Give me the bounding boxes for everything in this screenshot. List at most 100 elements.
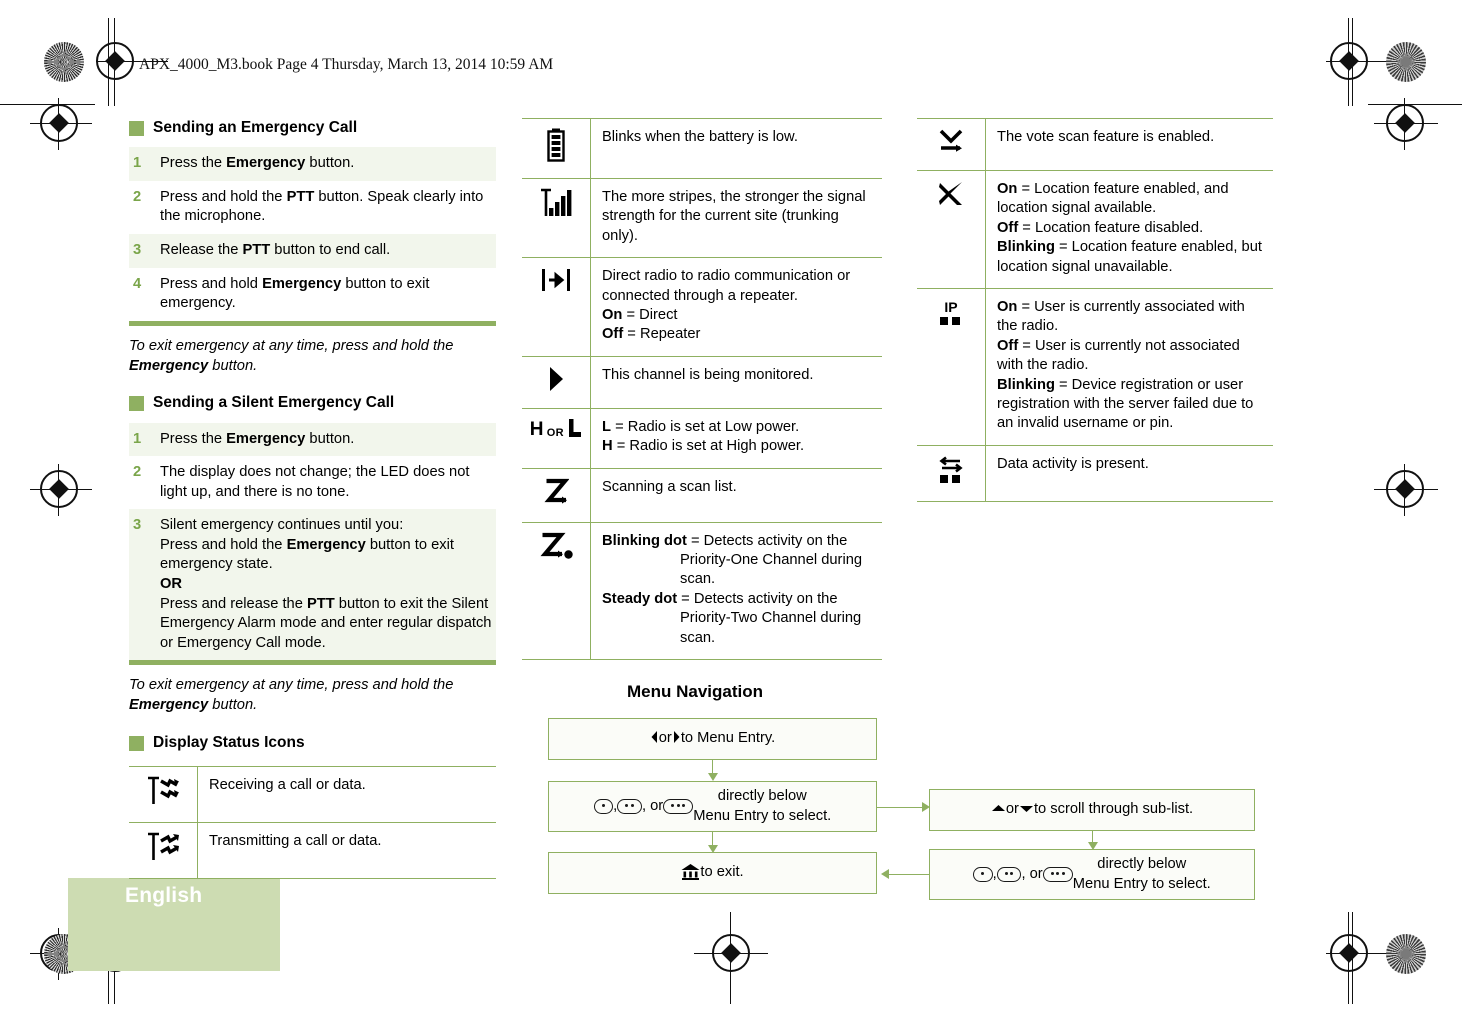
status-icon-cell — [917, 445, 986, 502]
step-text: The display does not change; the LED doe… — [160, 464, 470, 500]
note-exit-emergency-1: To exit emergency at any time, press and… — [129, 337, 454, 374]
registration-crosshair-h-lu — [30, 123, 92, 124]
ip-user-association-icon: IP — [938, 298, 964, 333]
heading-bullet-icon — [129, 735, 144, 751]
registration-crosshair-v-bri — [1348, 912, 1349, 1004]
status-icon-row: H OR L = Radio is set at Low power. H = R… — [522, 408, 882, 469]
step-number: 4 — [133, 275, 142, 292]
status-icon-rows-right: The vote scan feature is enabled. On = Lo… — [917, 118, 1273, 502]
registration-crosshair-h-lm — [30, 489, 92, 490]
registration-crosshair-h-tr — [1326, 61, 1394, 62]
scan-icon — [543, 478, 570, 511]
status-icon-cell: IP — [917, 288, 986, 446]
flow-box-softkey-select-right: , , or directly below Menu Entry to selec… — [929, 849, 1255, 900]
status-icon-description: Blinks when the battery is low. — [602, 129, 798, 145]
menu-navigation-title: Menu Navigation — [627, 682, 764, 701]
step-text: Release the PTT button to end call. — [160, 234, 496, 268]
step-number: 2 — [133, 188, 142, 205]
section-heading-label: Display Status Icons — [153, 733, 305, 751]
registration-crosshair-v-rm — [1404, 464, 1405, 516]
status-icon-table-right: The vote scan feature is enabled. On = Lo… — [917, 118, 1273, 502]
registration-crosshair-h-rm — [1374, 489, 1438, 490]
procedure-step-row: 3 Silent emergency continues until you: Pr… — [129, 509, 496, 661]
desc-line: Blinking dot = Detects activity on the P… — [602, 532, 863, 588]
location-gps-icon — [937, 180, 965, 213]
status-icon-cell — [522, 257, 591, 357]
status-icon-cell — [522, 178, 591, 258]
note-exit-emergency-2: To exit emergency at any time, press and… — [129, 677, 454, 714]
right-arrow-glyph — [672, 729, 681, 749]
softkey-3-dot — [1042, 867, 1073, 882]
monitor-icon — [547, 366, 565, 397]
step-number: 2 — [133, 464, 142, 481]
density-star-target-bottom-right — [1386, 934, 1426, 974]
status-icon-description: This channel is being monitored. — [602, 366, 814, 383]
desc-line: Steady dot = Detects activity on the Pri… — [602, 590, 862, 646]
procedure-body-1: 1 Press the Emergency button. 2 The display… — [129, 422, 496, 661]
status-icon-row: This channel is being monitored. — [522, 356, 882, 409]
step-text: Silent emergency continues until you: Pre… — [160, 509, 496, 661]
step-number: 1 — [129, 422, 160, 457]
step-text: Press the Emergency button. — [160, 422, 496, 457]
softkey-2-dot — [617, 799, 642, 814]
status-icon-rows-middle: Blinks when the battery is low. The more … — [522, 118, 883, 660]
data-activity-icon — [938, 455, 964, 490]
home-glyph — [681, 863, 700, 884]
status-icon-description: The vote scan feature is enabled. — [997, 129, 1215, 145]
flow-arrow-5-line — [889, 874, 929, 875]
procedure-step-row: 1 Press the Emergency button. — [129, 422, 496, 457]
status-icon-cell — [522, 118, 591, 179]
flow-box-menu-entry-arrows: or to Menu Entry. — [548, 718, 877, 760]
status-icon-row: Blinks when the battery is low. — [522, 118, 882, 179]
procedure-step-row: 2 Press and hold the PTT button. Speak cl… — [129, 181, 496, 234]
status-icon-row: IP On = User is currently associated with… — [917, 288, 1273, 446]
status-icon-cell — [522, 468, 591, 523]
middle-column: Blinks when the battery is low. The more … — [522, 118, 882, 660]
density-star-target-top-right — [1386, 42, 1426, 82]
status-icon-table-middle: Blinks when the battery is low. The more … — [522, 118, 882, 660]
vote-scan-icon — [938, 128, 964, 159]
procedure-table-silent-emergency-call: 1 Press the Emergency button. 2 The display… — [129, 422, 496, 661]
procedure-step-row: 4 Press and hold Emergency button to exit… — [129, 268, 496, 321]
status-icon-row: The vote scan feature is enabled. — [917, 118, 1273, 171]
registration-crosshair-v-tl — [114, 18, 115, 106]
status-icon-cell — [522, 356, 591, 409]
status-icon-cell — [522, 522, 591, 660]
status-icon-description: Direct radio to radio communication or c… — [602, 268, 851, 343]
step-number: 3 — [129, 234, 160, 268]
status-icon-description: Blinking dot = Detects activity on the P… — [591, 522, 883, 659]
flow-arrow-3-line — [877, 807, 924, 808]
section-heading-label: Sending a Silent Emergency Call — [153, 394, 395, 412]
crop-line-top-left-horizontal — [0, 104, 95, 105]
heading-bullet-icon — [129, 121, 144, 136]
section-heading-label: Sending an Emergency Call — [153, 119, 358, 136]
right-column: The vote scan feature is enabled. On = Lo… — [917, 118, 1273, 502]
status-icon-table-left: Receiving a call or data. Transmitting a … — [129, 766, 496, 879]
step-text: Press and hold the PTT button. Speak cle… — [160, 188, 484, 225]
status-icon-description: Transmitting a call or data. — [209, 833, 382, 850]
flow-box-exit: to exit. — [548, 852, 877, 894]
step-text: Press the Emergency button. — [160, 147, 496, 181]
status-icon-row: Data activity is present. — [917, 445, 1273, 502]
registration-crosshair-v-bc — [730, 912, 731, 1004]
signal-strength-icon — [539, 188, 573, 223]
registration-crosshair-v-ru — [1404, 98, 1405, 150]
procedure-table-emergency-call: 1 Press the Emergency button. 2 Press and h… — [129, 147, 496, 320]
battery-icon — [546, 128, 566, 167]
registration-crosshair-v-lu — [58, 98, 59, 150]
status-icon-cell — [129, 766, 198, 823]
step-number: 1 — [129, 147, 160, 181]
crop-line-top-right-horizontal — [1368, 104, 1462, 105]
procedure-step-row: 1 Press the Emergency button. — [129, 147, 496, 181]
status-icon-row: Transmitting a call or data. — [129, 822, 496, 879]
status-icon-description: On = User is currently associated with t… — [997, 299, 1254, 432]
flow-box-scroll-sublist: or to scroll through sub-list. — [929, 789, 1255, 831]
down-arrow-glyph — [1019, 800, 1034, 820]
status-icon-cell — [917, 170, 986, 289]
up-arrow-glyph — [991, 800, 1006, 820]
softkey-2-dot — [996, 867, 1022, 882]
softkey-3-dot — [663, 799, 694, 814]
status-icon-description: Data activity is present. — [997, 455, 1149, 472]
section-heading-sending-silent-emergency-call: Sending a Silent Emergency Call — [129, 393, 496, 412]
transmitting-call-or-data-icon — [146, 832, 180, 867]
